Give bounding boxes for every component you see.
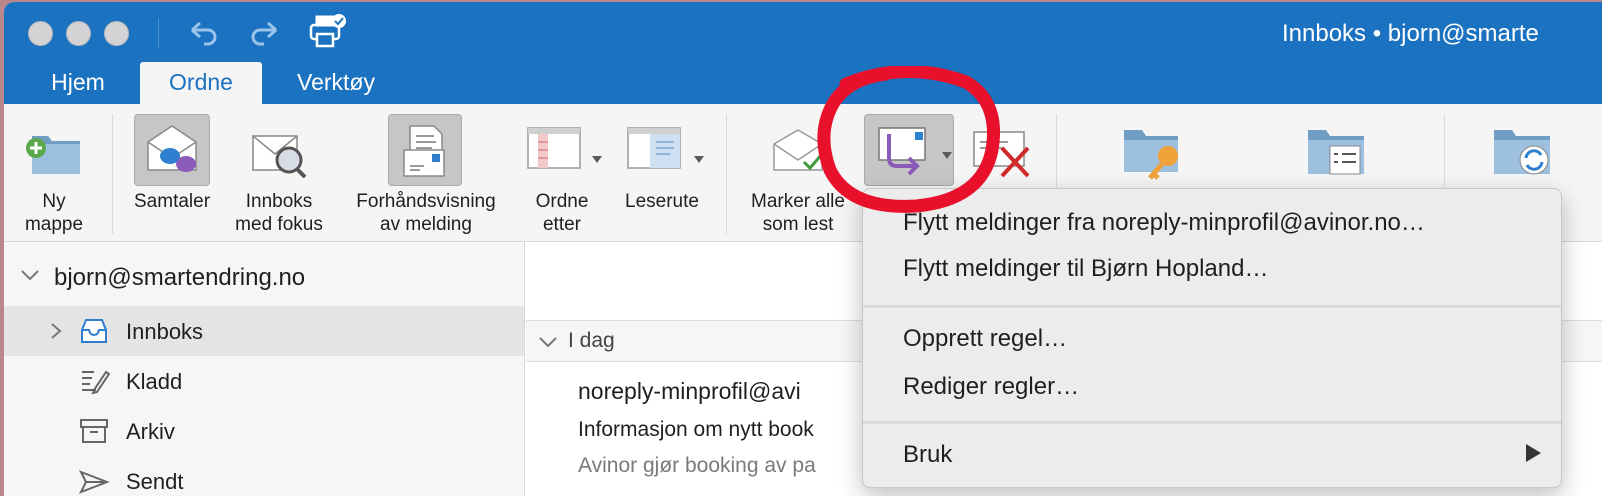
tab-hjem[interactable]: Hjem xyxy=(28,62,128,104)
chevron-down-icon xyxy=(592,156,602,163)
menu-separator xyxy=(863,421,1561,424)
outlook-window: Innboks • bjorn@smarte Hjem Ordne Verktø… xyxy=(4,2,1602,496)
folder-permissions-icon[interactable] xyxy=(1118,120,1190,184)
inbox-icon xyxy=(81,319,107,343)
menu-item-move-to-recipient[interactable]: Flytt meldinger til Bjørn Hopland… xyxy=(903,255,1268,283)
sidebar-item-label: Arkiv xyxy=(126,419,175,444)
message-sender[interactable]: noreply-minprofil@avi xyxy=(578,378,801,405)
mark-all-read-icon xyxy=(773,129,824,171)
undo-icon[interactable] xyxy=(186,18,220,50)
drafts-icon xyxy=(82,370,110,395)
sidebar-item-label: Innboks xyxy=(126,319,204,344)
sidebar-item-sendt[interactable]: Sendt xyxy=(4,456,524,496)
tab-ordne[interactable]: Ordne xyxy=(140,62,262,104)
move-icon xyxy=(878,127,926,176)
focused-inbox-label: Innboks med fokus xyxy=(235,191,323,235)
menu-item-apply[interactable]: Bruk xyxy=(903,441,952,469)
menu-item-edit-rules[interactable]: Rediger regler… xyxy=(903,373,1079,401)
message-preview-label: Forhåndsvisning av melding xyxy=(356,191,496,235)
group-header-label: I dag xyxy=(568,329,615,352)
message-preview-icon xyxy=(403,125,445,177)
chevron-right-icon[interactable] xyxy=(50,322,62,340)
reading-pane-label: Leserute xyxy=(625,191,699,212)
toolbar-divider xyxy=(158,18,159,48)
message-preview[interactable]: Avinor gjør booking av pa xyxy=(578,454,816,478)
new-folder-label: Ny mappe xyxy=(24,191,84,235)
chevron-down-icon[interactable] xyxy=(538,335,558,349)
ribbon-divider xyxy=(112,114,113,234)
folder-properties-icon[interactable] xyxy=(1302,120,1374,184)
ribbon-divider xyxy=(726,114,727,234)
reading-pane-icon xyxy=(627,127,681,169)
message-subject[interactable]: Informasjon om nytt book xyxy=(578,418,814,442)
window-title: Innboks • bjorn@smarte xyxy=(1282,20,1539,47)
new-folder-icon xyxy=(26,136,80,174)
chevron-down-icon xyxy=(942,152,952,159)
move-dropdown-menu: Flytt meldinger fra noreply-minprofil@av… xyxy=(862,188,1562,488)
title-bar: Innboks • bjorn@smarte Hjem Ordne Verktø… xyxy=(4,2,1602,104)
mark-all-read-label: Marker alle som lest xyxy=(751,191,845,235)
sent-icon xyxy=(78,470,110,494)
tab-verktoy[interactable]: Verktøy xyxy=(274,62,398,104)
menu-item-create-rule[interactable]: Opprett regel… xyxy=(903,325,1067,353)
archive-icon xyxy=(80,419,108,443)
folder-sidebar: bjorn@smartendring.no Innboks Kladd Arki… xyxy=(4,242,525,496)
sync-folder-icon[interactable] xyxy=(1488,120,1560,184)
print-icon[interactable] xyxy=(308,12,348,50)
account-name[interactable]: bjorn@smartendring.no xyxy=(54,264,305,292)
arrange-by-icon xyxy=(527,127,581,169)
conversations-label: Samtaler xyxy=(134,191,211,212)
menu-item-move-from-sender[interactable]: Flytt meldinger fra noreply-minprofil@av… xyxy=(903,209,1425,237)
conversations-icon xyxy=(147,125,197,172)
delete-rule-icon[interactable] xyxy=(968,126,1034,182)
sidebar-item-innboks[interactable]: Innboks xyxy=(4,306,524,356)
menu-separator xyxy=(863,305,1561,308)
arrange-by-label: Ordne etter xyxy=(535,191,589,235)
chevron-down-icon xyxy=(694,156,704,163)
focused-inbox-icon xyxy=(252,135,307,178)
sidebar-item-label: Kladd xyxy=(126,369,183,394)
zoom-window-button[interactable] xyxy=(104,21,129,46)
submenu-arrow-icon xyxy=(1526,444,1541,462)
sidebar-item-kladd[interactable]: Kladd xyxy=(4,356,524,406)
chevron-down-icon[interactable] xyxy=(20,268,40,282)
redo-icon[interactable] xyxy=(248,18,282,50)
sidebar-item-arkiv[interactable]: Arkiv xyxy=(4,406,524,456)
close-window-button[interactable] xyxy=(28,21,53,46)
sidebar-item-label: Sendt xyxy=(126,469,184,494)
minimize-window-button[interactable] xyxy=(66,21,91,46)
